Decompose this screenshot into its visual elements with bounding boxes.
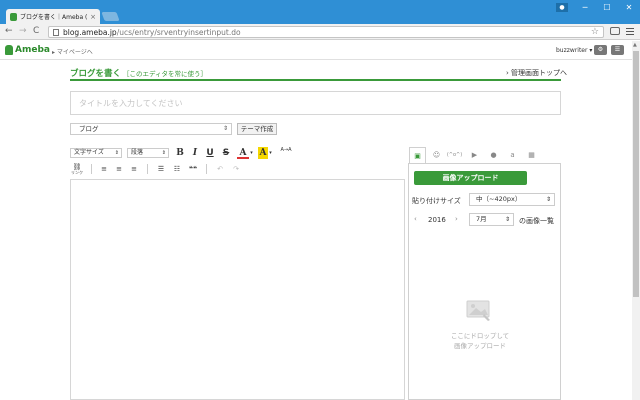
blockquote-button[interactable]: ❝❝ xyxy=(187,164,199,174)
theme-select[interactable]: ブログ ⇕ xyxy=(70,123,232,135)
browser-menu-icon[interactable] xyxy=(626,28,634,35)
create-theme-button[interactable]: テーマ作成 xyxy=(237,123,277,135)
username-menu[interactable]: buzzwriter ▾ xyxy=(556,47,592,54)
camera-icon[interactable] xyxy=(610,27,620,35)
tab-kaomoji-icon[interactable]: (^o^) xyxy=(446,147,463,163)
window-maximize-button[interactable]: ☐ xyxy=(596,2,618,14)
tab-image-icon[interactable]: ▣ xyxy=(409,147,426,163)
redo-icon[interactable]: ↷ xyxy=(230,164,242,174)
drop-text-line1: ここにドロップして xyxy=(450,332,510,340)
paste-size-select[interactable]: 中（~420px） ⇕ xyxy=(469,193,555,206)
window-minimize-button[interactable]: ─ xyxy=(574,2,596,14)
text-color-button[interactable]: A xyxy=(237,147,249,159)
site-header: Ameba ▸ マイページへ buzzwriter ▾ ⚙ ☰ xyxy=(0,41,632,60)
month-value: 7月 xyxy=(476,215,487,223)
url-text: blog.ameba.jp/ucs/entry/srventryinsertin… xyxy=(63,28,241,37)
toolbar-separator xyxy=(147,164,148,174)
undo-icon[interactable]: ↶ xyxy=(214,164,226,174)
page-title: ブログを書く xyxy=(70,69,122,79)
prev-year-icon[interactable]: ‹ xyxy=(414,215,417,223)
select-updown-icon: ⇕ xyxy=(161,150,166,156)
tab-close-icon[interactable]: × xyxy=(90,13,96,21)
editor-switch-link[interactable]: ［このエディタを常に使う］ xyxy=(123,68,207,78)
url-host: blog.ameba.jp xyxy=(63,27,117,37)
forward-arrow-icon[interactable]: → xyxy=(19,26,27,37)
side-panel-tabs: ▣ ☺ (^o^) ▶ ● a ▦ xyxy=(408,147,561,163)
site-logo[interactable]: Ameba xyxy=(15,45,50,55)
tab-template-icon[interactable]: ▦ xyxy=(523,147,540,163)
mypage-link[interactable]: ▸ マイページへ xyxy=(52,47,93,56)
select-updown-icon: ⇕ xyxy=(114,150,119,156)
page-scrollbar[interactable]: ▲ xyxy=(632,41,640,400)
drop-zone-text[interactable]: ここにドロップして 画像アップロード xyxy=(430,331,530,351)
scroll-up-icon[interactable]: ▲ xyxy=(633,42,637,48)
underline-button[interactable]: U xyxy=(205,147,215,159)
window-close-button[interactable]: ✕ xyxy=(618,2,640,14)
ameba-logo-icon[interactable] xyxy=(5,45,13,55)
image-list-label: の画像一覧 xyxy=(519,217,554,225)
link-label: リンク xyxy=(71,170,83,175)
align-center-icon[interactable]: ≡ xyxy=(113,164,125,174)
browser-toolbar: ← → C blog.ameba.jp/ucs/entry/srventryin… xyxy=(0,24,640,40)
align-left-icon[interactable]: ≡ xyxy=(98,164,110,174)
back-arrow-icon[interactable]: ← xyxy=(5,26,13,37)
page-favicon-icon xyxy=(10,12,17,21)
bookmark-star-icon[interactable]: ☆ xyxy=(591,27,599,37)
select-updown-icon: ⇕ xyxy=(504,216,510,223)
tab-info-icon[interactable]: ● xyxy=(485,147,502,163)
text-color-dropdown-icon[interactable]: ▾ xyxy=(249,147,254,159)
italic-button[interactable]: I xyxy=(190,147,200,159)
paste-size-value: 中（~420px） xyxy=(476,195,522,203)
theme-select-value: ブログ xyxy=(79,125,99,133)
toolbar-separator xyxy=(91,164,92,174)
month-select[interactable]: 7月 ⇕ xyxy=(469,213,514,226)
reload-icon[interactable]: C xyxy=(33,26,39,37)
browser-tab-active[interactable]: ブログを書く｜Ameba (アメ × xyxy=(6,9,100,24)
paragraph-select[interactable]: 段落 ⇕ xyxy=(127,148,169,158)
bold-button[interactable]: B xyxy=(175,147,185,159)
url-path: /ucs/entry/srventryinsertinput.do xyxy=(116,27,241,37)
entry-title-input[interactable] xyxy=(70,91,561,115)
title-divider xyxy=(70,79,561,81)
drop-text-line2: 画像アップロード xyxy=(454,342,506,350)
paste-size-label: 貼り付けサイズ xyxy=(412,197,461,205)
background-color-button[interactable]: A xyxy=(258,147,268,159)
address-bar[interactable]: blog.ameba.jp/ucs/entry/srventryinsertin… xyxy=(48,26,604,38)
next-year-icon[interactable]: › xyxy=(455,215,458,223)
paragraph-label: 段落 xyxy=(131,149,144,156)
font-size-select[interactable]: 文字サイズ ⇕ xyxy=(70,148,122,158)
admin-top-link[interactable]: › 管理画面トップへ xyxy=(506,68,567,78)
tab-amazon-icon[interactable]: a xyxy=(504,147,521,163)
editor-body[interactable] xyxy=(70,179,405,400)
link-button[interactable]: ⛓ リンク xyxy=(70,164,84,176)
numbered-list-icon[interactable]: ☷ xyxy=(171,164,183,174)
bg-color-dropdown-icon[interactable]: ▾ xyxy=(268,147,273,159)
select-updown-icon: ⇕ xyxy=(545,196,551,203)
tab-emoji-icon[interactable]: ☺ xyxy=(428,147,445,163)
settings-gear-icon[interactable]: ⚙ xyxy=(594,45,607,55)
header-menu-icon[interactable]: ☰ xyxy=(611,45,624,55)
align-right-icon[interactable]: ≡ xyxy=(128,164,140,174)
user-profile-icon[interactable]: ● xyxy=(556,3,568,12)
font-size-label: 文字サイズ xyxy=(74,149,104,156)
toolbar-separator xyxy=(206,164,207,174)
strikethrough-button[interactable]: S xyxy=(221,147,231,159)
bullet-list-icon[interactable]: ☰ xyxy=(155,164,167,174)
scrollbar-thumb[interactable] xyxy=(633,51,639,297)
tab-title: ブログを書く｜Ameba (アメ xyxy=(20,14,87,21)
page-info-icon[interactable] xyxy=(53,28,59,36)
image-upload-button[interactable]: 画像アップロード xyxy=(414,171,527,185)
select-updown-icon: ⇕ xyxy=(222,125,228,132)
new-tab-button[interactable] xyxy=(101,12,120,21)
image-drop-icon xyxy=(466,300,490,321)
browser-titlebar: ブログを書く｜Ameba (アメ × ● ─ ☐ ✕ xyxy=(0,0,640,24)
clear-format-button[interactable]: A→A xyxy=(279,147,293,159)
year-value: 2016 xyxy=(428,216,446,224)
tab-video-icon[interactable]: ▶ xyxy=(466,147,483,163)
